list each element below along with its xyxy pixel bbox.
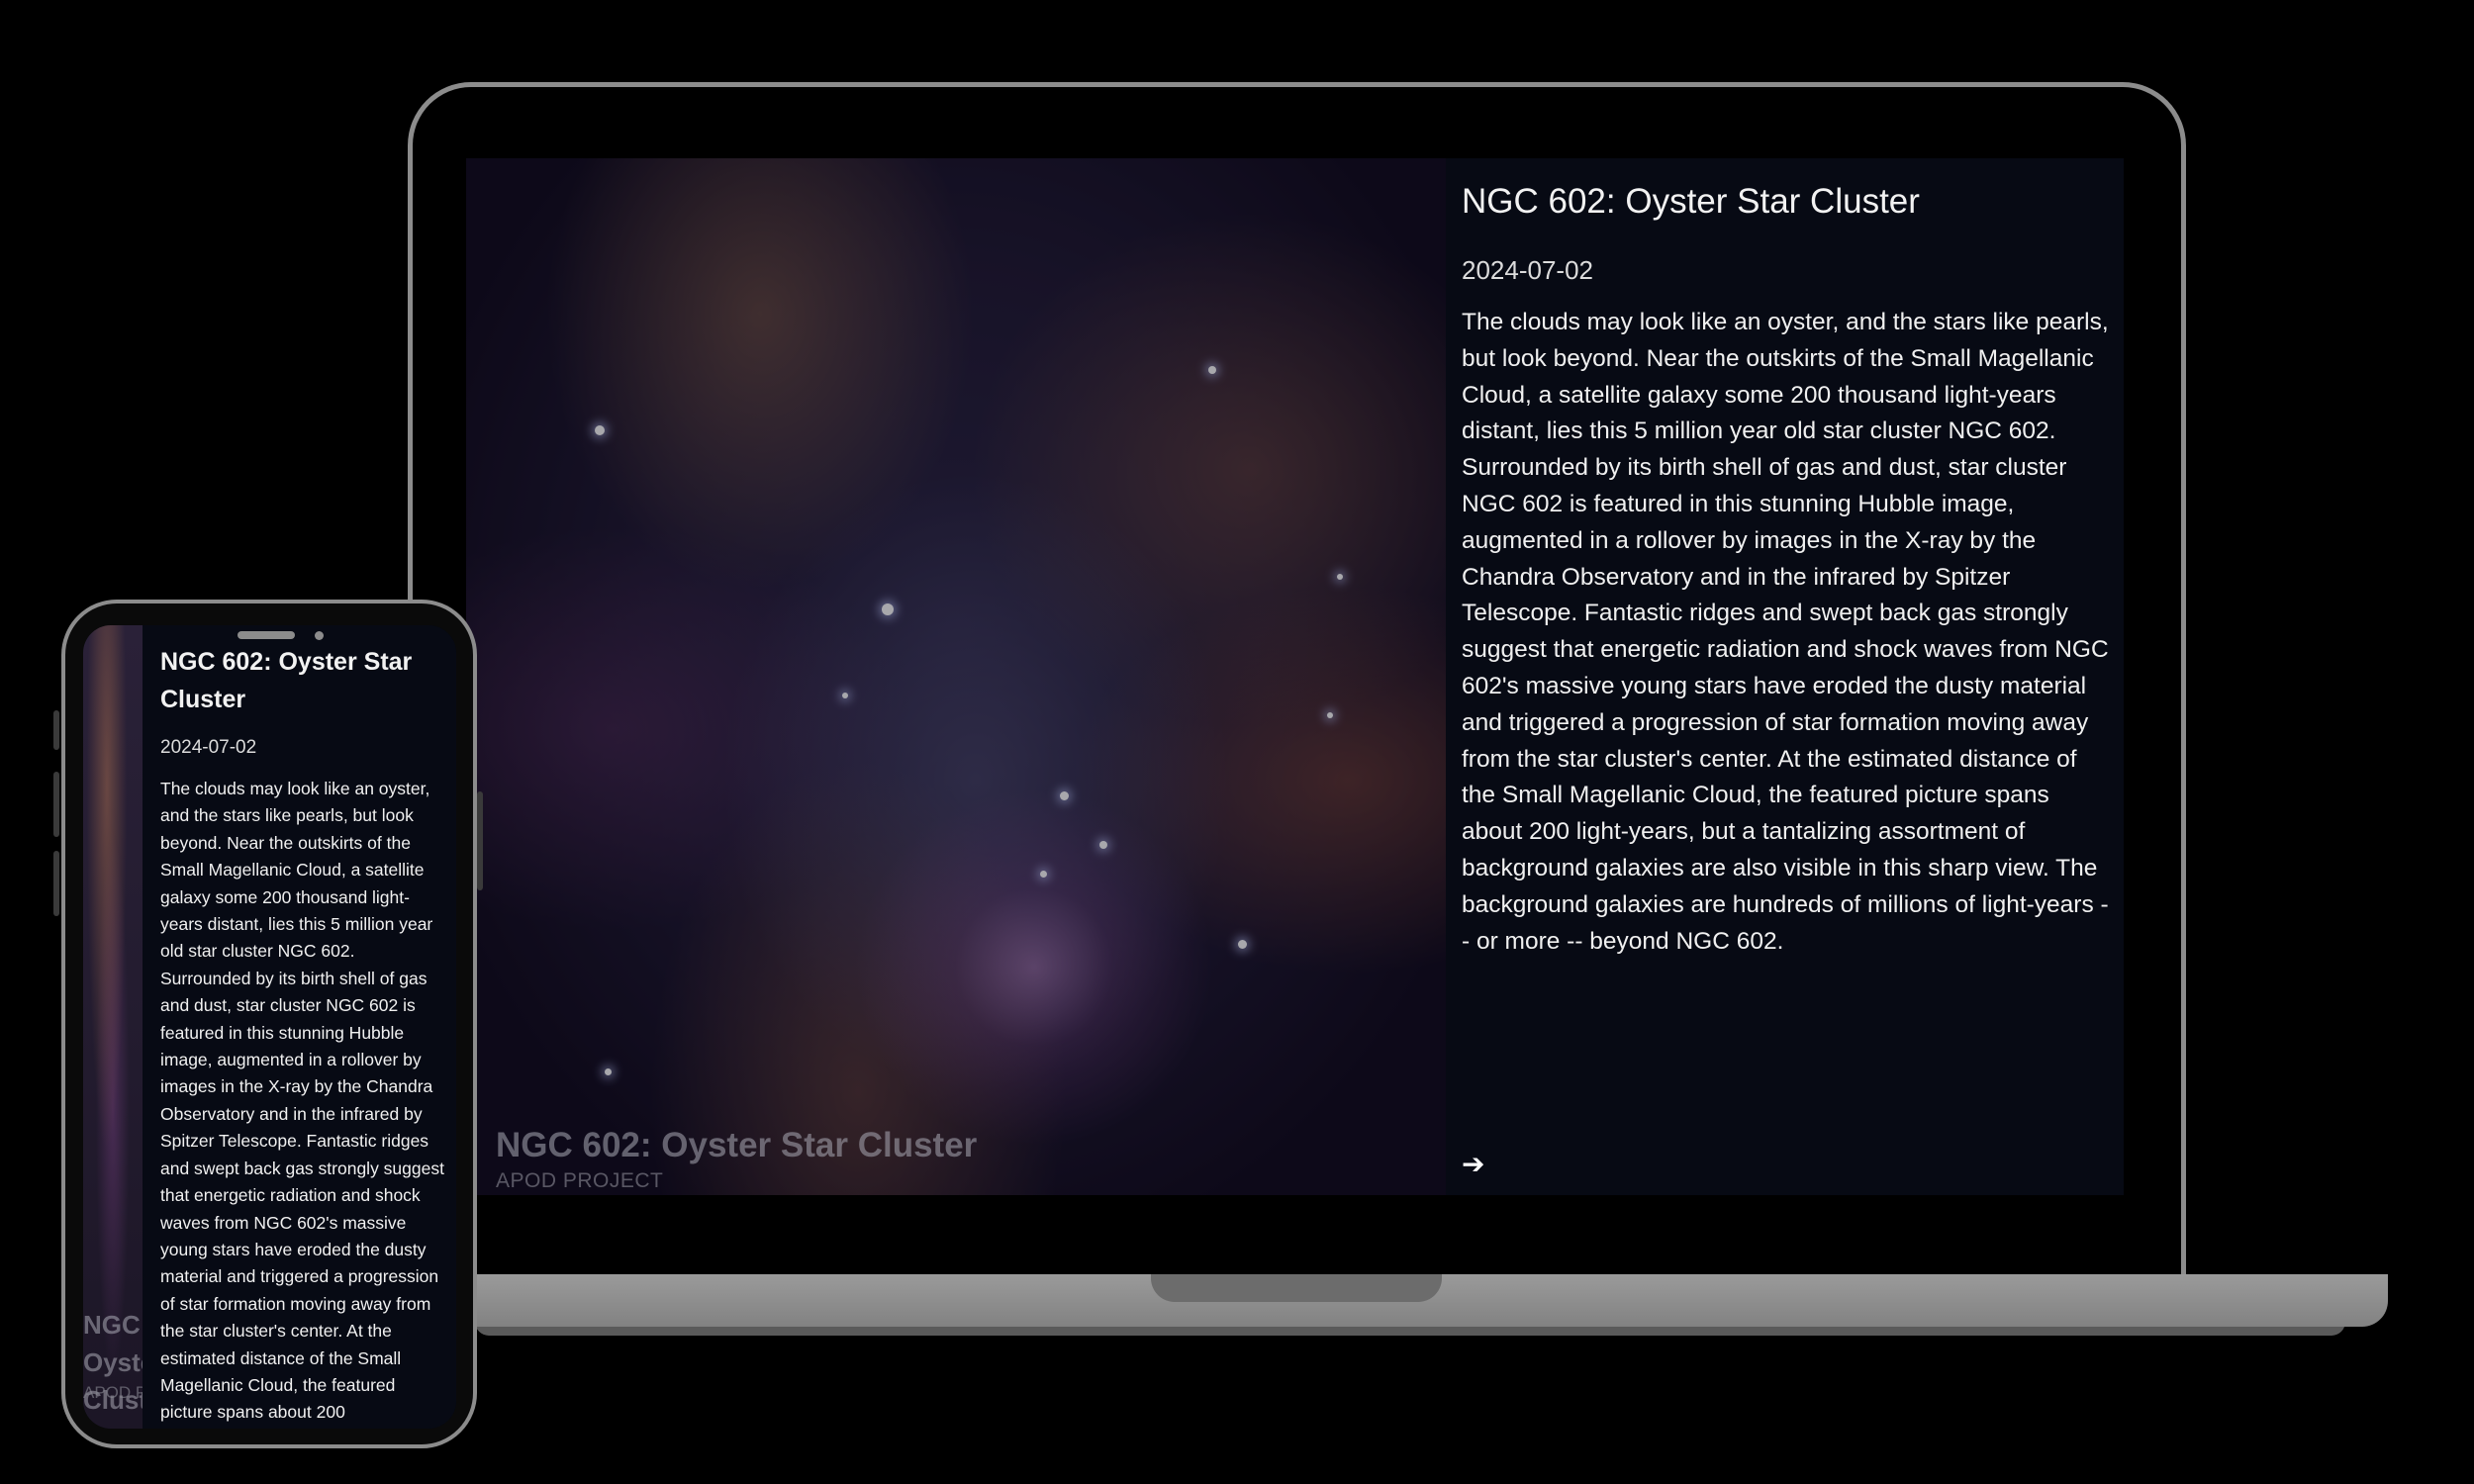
date-label-mobile: 2024-07-02: [160, 737, 257, 758]
laptop-notch: [1151, 1274, 1442, 1302]
description-panel: NGC 602: Oyster Star Cluster 2024-07-02 …: [1446, 158, 2124, 1195]
page-title: NGC 602: Oyster Star Cluster: [1462, 182, 1920, 221]
phone-camera: [315, 631, 324, 640]
phone-speaker: [238, 631, 295, 639]
explanation-text: The clouds may look like an oyster, and …: [1462, 309, 2109, 955]
explanation-text-mobile: The clouds may look like an oyster, and …: [160, 779, 444, 1423]
image-caption-subtitle: APOD PROJECT: [496, 1169, 664, 1192]
next-arrow-icon[interactable]: ➔: [1462, 1148, 1484, 1180]
phone-side-button: [53, 710, 59, 750]
page-title-mobile: NGC 602: Oyster Star Cluster: [160, 648, 413, 713]
device-mockup-stage: NGC 602: Oyster Star Cluster APOD PROJEC…: [0, 0, 2474, 1484]
phone-volume-up-button: [53, 772, 59, 837]
image-overlay: [466, 158, 1446, 1195]
description-panel-mobile: NGC 602: Oyster Star Cluster 2024-07-02 …: [143, 625, 456, 1429]
phone-volume-down-button: [53, 851, 59, 916]
image-caption-title: NGC 602: Oyster Star Cluster: [496, 1126, 978, 1164]
phone-screen: NGC 602: Oyster Star Cluster APOD PROJEC…: [83, 625, 456, 1429]
date-label: 2024-07-02: [1462, 255, 1593, 285]
laptop-screen: NGC 602: Oyster Star Cluster APOD PROJEC…: [466, 158, 2124, 1195]
phone-power-button: [477, 791, 483, 890]
apod-image[interactable]: NGC 602: Oyster Star Cluster APOD PROJEC…: [466, 158, 1446, 1195]
